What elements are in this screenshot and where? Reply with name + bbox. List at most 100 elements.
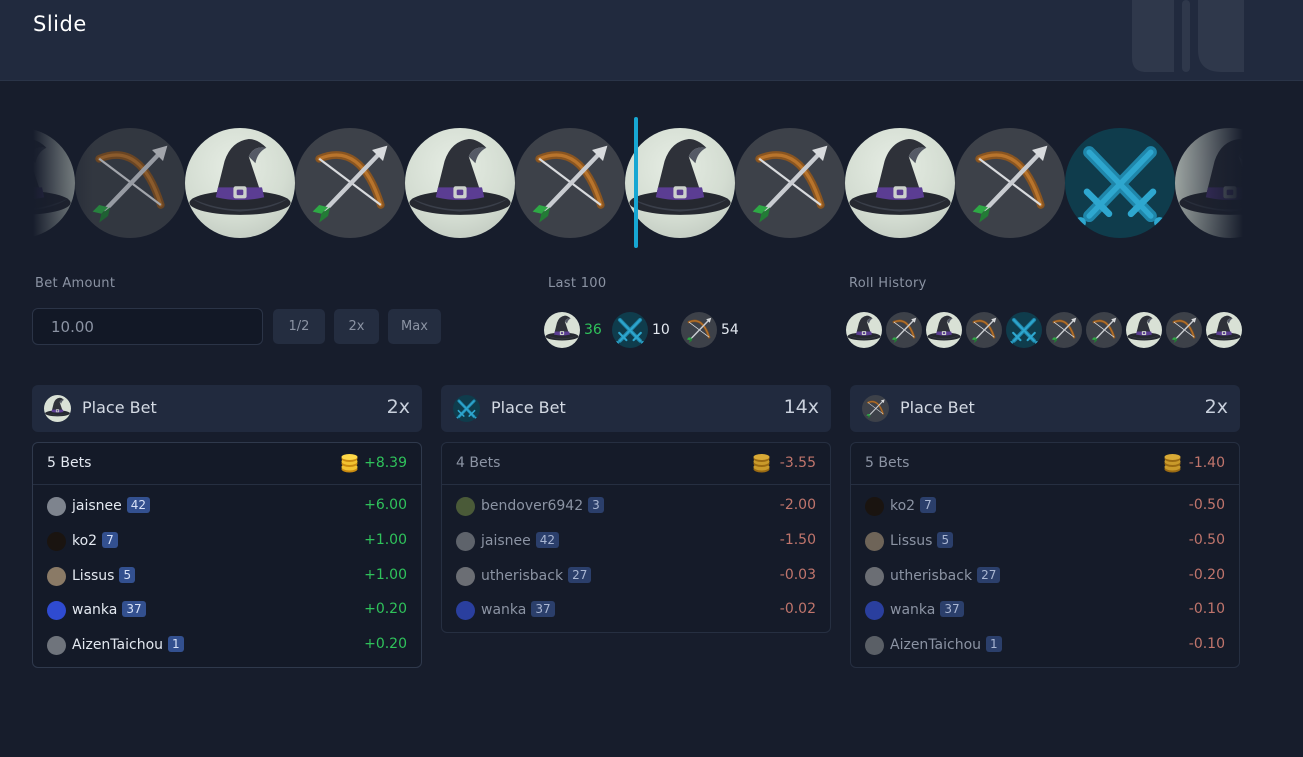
level-badge: 1 [168, 636, 184, 653]
slider-tile-hat [845, 128, 955, 238]
bets-total: -1.40 [1188, 455, 1225, 471]
hat-icon [44, 395, 71, 422]
username: Lissus [72, 567, 115, 584]
place-bet-label: Place Bet [491, 398, 566, 417]
bet-row: AizenTaichou 1 -0.10 [851, 628, 1239, 663]
multiplier: 2x [386, 396, 410, 418]
level-badge: 42 [535, 531, 560, 548]
username: AizenTaichou [890, 637, 982, 654]
place-bet-sword-button[interactable]: Place Bet 14x [441, 385, 831, 432]
half-button[interactable]: 1/2 [273, 309, 325, 344]
bet-amount: -1.50 [779, 531, 816, 548]
brand-logo-icon [1132, 0, 1244, 72]
history-hat-icon [1206, 312, 1242, 348]
avatar [865, 531, 884, 551]
username: ko2 [72, 532, 98, 549]
bet-row: Lissus 5 +1.00 [33, 559, 421, 594]
last100-label: Last 100 [548, 276, 607, 291]
bet-row: utherisback 27 -0.20 [851, 559, 1239, 594]
bets-count: 5 Bets [865, 455, 910, 471]
history-bow-icon [1046, 312, 1082, 348]
bet-amount-label: Bet Amount [35, 276, 116, 291]
slider-fade-right [1173, 118, 1243, 248]
sword-icon [453, 395, 480, 422]
level-badge: 37 [940, 601, 964, 618]
slider-tile-sword [1065, 128, 1175, 238]
bet-amount: -0.02 [779, 601, 816, 618]
level-badge: 5 [937, 531, 954, 548]
slider-marker [634, 117, 638, 248]
coins-icon [753, 454, 770, 473]
bet-amount-input[interactable] [32, 308, 263, 345]
username: AizenTaichou [72, 637, 164, 654]
slider-tile-hat [185, 128, 295, 238]
avatar [47, 497, 66, 516]
slider-tile-bow [295, 128, 405, 238]
bet-amount: -0.50 [1188, 531, 1225, 548]
avatar [865, 497, 884, 516]
double-button[interactable]: 2x [334, 309, 379, 344]
bet-amount: -0.50 [1188, 497, 1225, 513]
max-button[interactable]: Max [388, 309, 441, 344]
username: utherisback [890, 567, 973, 584]
bets-count: 4 Bets [456, 455, 501, 471]
slider-fade-left [33, 118, 93, 248]
place-bet-bow-button[interactable]: Place Bet 2x [850, 385, 1240, 432]
bet-amount: +6.00 [364, 497, 407, 513]
bets-total: -3.55 [779, 455, 816, 471]
coins-icon [1164, 454, 1181, 473]
avatar [865, 566, 884, 586]
avatar [865, 636, 884, 656]
bet-amount: -0.03 [779, 566, 816, 583]
hat-count: 36 [584, 322, 602, 338]
history-hat-icon [926, 312, 962, 348]
level-badge: 27 [568, 566, 592, 583]
bet-row: AizenTaichou 1 +0.20 [33, 628, 421, 663]
bet-amount: -0.10 [1188, 636, 1225, 653]
page-header: Slide [0, 0, 1303, 81]
bets-summary: 5 Bets -1.40 [851, 443, 1239, 485]
bet-row: wanka 37 -0.02 [442, 593, 830, 628]
history-bow-icon [1086, 312, 1122, 348]
level-badge: 3 [588, 497, 604, 513]
place-bet-label: Place Bet [900, 398, 975, 417]
sword-count: 10 [652, 322, 670, 338]
bet-row: ko2 7 +1.00 [33, 524, 421, 559]
username: ko2 [890, 498, 916, 514]
level-badge: 37 [122, 601, 146, 618]
avatar [47, 601, 66, 621]
bow-count: 54 [721, 322, 739, 338]
avatar [456, 601, 475, 621]
place-bet-label: Place Bet [82, 398, 157, 417]
bet-amount: -0.20 [1188, 566, 1225, 583]
multiplier: 2x [1204, 396, 1228, 418]
slider-tile-hat [405, 128, 515, 238]
page-title: Slide [33, 12, 87, 36]
avatar [47, 566, 66, 586]
roll-history-label: Roll History [849, 276, 927, 291]
bet-amount: +0.20 [364, 636, 407, 653]
bets-list-bow: 5 Bets -1.40 ko2 7 -0.50 Lissus 5 -0.50 ut… [850, 442, 1240, 668]
slider-strip [33, 118, 1243, 248]
username: bendover6942 [481, 498, 584, 514]
bet-row: wanka 37 +0.20 [33, 593, 421, 628]
history-bow-icon [966, 312, 1002, 348]
bow-icon [681, 312, 717, 348]
bets-summary: 5 Bets +8.39 [33, 443, 421, 485]
bet-row: Lissus 5 -0.50 [851, 524, 1239, 559]
avatar [456, 497, 475, 516]
bet-amount: +1.00 [364, 566, 407, 583]
history-hat-icon [846, 312, 882, 348]
level-badge: 1 [986, 636, 1002, 653]
username: wanka [481, 602, 527, 619]
bet-amount: +0.20 [364, 601, 407, 618]
bets-list-hat: 5 Bets +8.39 jaisnee 42 +6.00 ko2 7 +1.00 … [32, 442, 422, 668]
username: wanka [890, 602, 936, 619]
bet-row: jaisnee 42 +6.00 [33, 489, 421, 524]
history-hat-icon [1126, 312, 1162, 348]
bets-total: +8.39 [364, 455, 407, 471]
bet-amount: -2.00 [779, 497, 816, 513]
slider-tile-bow [515, 128, 625, 238]
avatar [47, 636, 66, 656]
place-bet-hat-button[interactable]: Place Bet 2x [32, 385, 422, 432]
